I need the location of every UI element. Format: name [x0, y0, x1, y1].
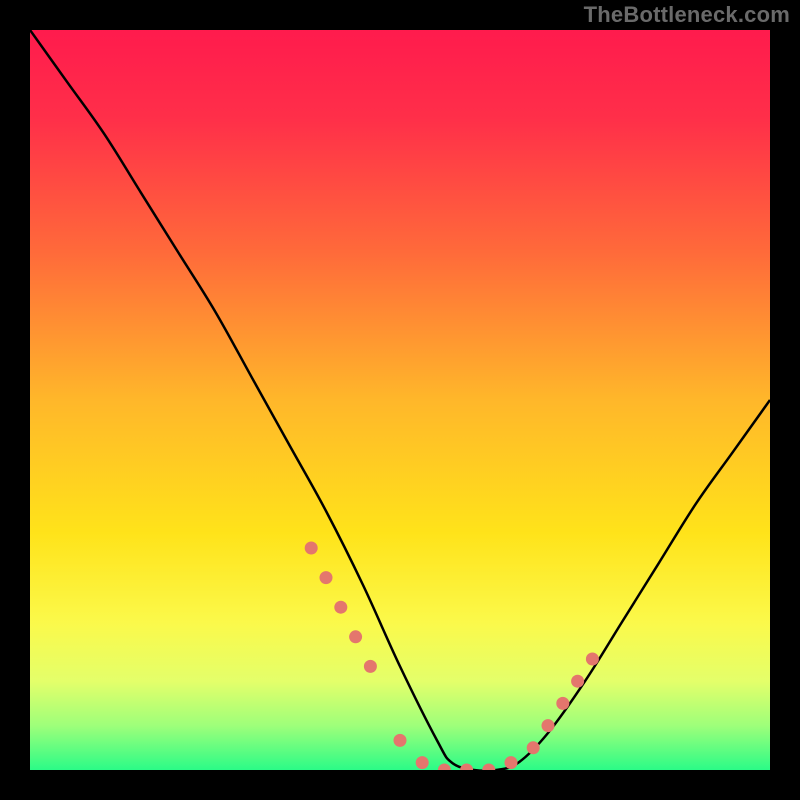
highlight-dot	[320, 571, 333, 584]
highlight-dot	[586, 653, 599, 666]
highlight-dot	[334, 601, 347, 614]
highlight-dot	[416, 756, 429, 769]
bottleneck-curve	[30, 30, 770, 770]
highlight-dot	[394, 734, 407, 747]
highlight-dot	[527, 741, 540, 754]
highlight-dot	[364, 660, 377, 673]
chart-frame: TheBottleneck.com	[0, 0, 800, 800]
highlight-dot	[482, 764, 495, 771]
watermark-text: TheBottleneck.com	[584, 2, 790, 28]
highlight-dots	[305, 542, 599, 771]
highlight-dot	[571, 675, 584, 688]
highlight-dot	[460, 764, 473, 771]
highlight-dot	[305, 542, 318, 555]
highlight-dot	[438, 764, 451, 771]
curve-layer	[30, 30, 770, 770]
highlight-dot	[349, 630, 362, 643]
highlight-dot	[556, 697, 569, 710]
plot-area	[30, 30, 770, 770]
highlight-dot	[505, 756, 518, 769]
highlight-dot	[542, 719, 555, 732]
